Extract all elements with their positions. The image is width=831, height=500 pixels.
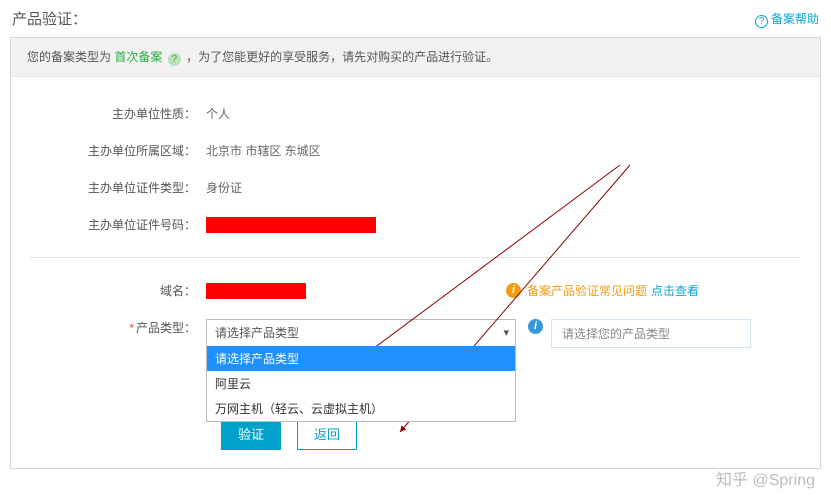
watermark: 知乎 @Spring: [716, 466, 815, 490]
help-icon: ?: [755, 15, 768, 28]
row-region: 主办单位所属区域： 北京市 市辖区 东城区: [11, 132, 820, 169]
info-bar: 您的备案类型为 首次备案 ? ，为了您能更好的享受服务，请先对购买的产品进行验证…: [11, 38, 820, 77]
warning-icon: i: [506, 283, 521, 298]
label-product-type: 产品类型：: [11, 319, 206, 336]
info-highlight: 首次备案: [114, 50, 162, 64]
label-nature: 主办单位性质：: [11, 105, 206, 122]
row-nature: 主办单位性质： 个人: [11, 95, 820, 132]
faq-text: 备案产品验证常见问题: [527, 282, 647, 299]
label-domain: 域名：: [11, 282, 206, 299]
product-type-select[interactable]: 请选择产品类型: [206, 319, 516, 347]
product-type-dropdown: 请选择产品类型 阿里云 万网主机（轻云、云虚拟主机）: [206, 346, 516, 422]
label-region: 主办单位所属区域：: [11, 142, 206, 159]
info-prefix: 您的备案类型为: [27, 50, 111, 64]
redacted-domain: [206, 283, 306, 299]
row-domain: 域名： i 备案产品验证常见问题 点击查看: [11, 272, 820, 309]
divider: [31, 257, 800, 258]
faq-link[interactable]: 点击查看: [651, 282, 699, 299]
back-button[interactable]: 返回: [297, 420, 357, 450]
value-domain: i 备案产品验证常见问题 点击查看: [206, 282, 699, 299]
main-panel: 您的备案类型为 首次备案 ? ，为了您能更好的享受服务，请先对购买的产品进行验证…: [10, 37, 821, 469]
dropdown-option[interactable]: 请选择产品类型: [207, 346, 515, 371]
value-id-type: 身份证: [206, 179, 242, 196]
redacted-id-no: [206, 217, 376, 233]
info-suffix: ，为了您能更好的享受服务，请先对购买的产品进行验证。: [186, 50, 498, 64]
product-type-hint: 请选择您的产品类型: [551, 319, 751, 348]
help-label: 备案帮助: [771, 12, 819, 26]
value-nature: 个人: [206, 105, 230, 122]
button-row: 验证 返回: [11, 420, 820, 450]
label-id-no: 主办单位证件号码：: [11, 216, 206, 233]
row-product-type: 产品类型： 请选择产品类型 请选择产品类型 阿里云 万网主机（轻云、云虚拟主机）…: [11, 309, 820, 358]
value-region: 北京市 市辖区 东城区: [206, 142, 321, 159]
dropdown-option[interactable]: 万网主机（轻云、云虚拟主机）: [207, 396, 515, 421]
row-id-type: 主办单位证件类型： 身份证: [11, 169, 820, 206]
question-icon[interactable]: ?: [168, 53, 181, 66]
dropdown-option[interactable]: 阿里云: [207, 371, 515, 396]
verify-button[interactable]: 验证: [221, 420, 281, 450]
form-area: 主办单位性质： 个人 主办单位所属区域： 北京市 市辖区 东城区 主办单位证件类…: [11, 77, 820, 468]
value-id-no: [206, 217, 376, 233]
info-icon: i: [528, 319, 543, 334]
row-id-no: 主办单位证件号码：: [11, 206, 820, 243]
page-title: 产品验证：: [12, 8, 87, 29]
label-id-type: 主办单位证件类型：: [11, 179, 206, 196]
help-link[interactable]: ?备案帮助: [755, 10, 819, 28]
